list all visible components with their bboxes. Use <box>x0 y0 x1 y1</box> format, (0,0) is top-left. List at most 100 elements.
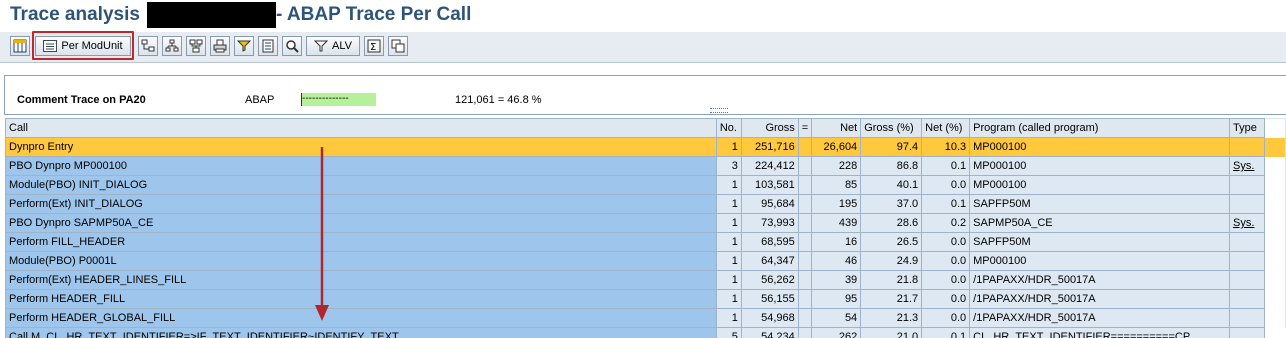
cell-no: 1 <box>715 213 742 233</box>
filter-list-button[interactable] <box>234 36 254 56</box>
cell-gross: 64,347 <box>740 251 799 271</box>
col-net[interactable]: Net <box>811 118 862 138</box>
cell-no: 1 <box>715 194 742 214</box>
expand-tree-icon <box>189 39 203 53</box>
table-row[interactable]: Module(PBO) INIT_DIALOG 1 103,581 85 40.1 0.0… <box>5 175 1286 195</box>
cell-program: /1PAPAXX/HDR_50017A <box>969 289 1230 309</box>
table-row[interactable]: Perform HEADER_GLOBAL_FILL 1 54,968 54 21.3 0… <box>5 308 1286 328</box>
sum-icon: Σ <box>367 39 381 53</box>
cell-gross: 54,968 <box>740 308 799 328</box>
cell-type[interactable] <box>1229 327 1265 338</box>
type-link[interactable]: Sys. <box>1233 217 1254 229</box>
cell-type[interactable] <box>1229 194 1265 214</box>
cell-program: CL_HR_TEXT_IDENTIFIER==========CP <box>969 327 1230 338</box>
cell-call: PBO Dynpro SAPMP50A_CE <box>5 213 717 233</box>
export-button[interactable] <box>388 36 408 56</box>
comment-value: 121,061 = 46.8 % <box>455 94 542 106</box>
col-eq[interactable]: = <box>797 118 813 138</box>
cell-type[interactable] <box>1229 251 1265 271</box>
cell-type[interactable] <box>1229 270 1265 290</box>
col-net-pct[interactable]: Net (%) <box>921 118 971 138</box>
cell-program: MP000100 <box>969 137 1230 157</box>
cell-net: 16 <box>811 232 862 252</box>
hierarchy-arrows-icon <box>141 39 155 52</box>
cell-type[interactable] <box>1229 232 1265 252</box>
tree-structure-button[interactable] <box>162 36 182 56</box>
col-program[interactable]: Program (called program) <box>969 118 1230 138</box>
trace-table: Call No. Gross = Net Gross (%) Net (%) P… <box>5 118 1286 338</box>
cell-gross: 251,716 <box>740 137 799 157</box>
cell-gross-pct: 21.0 <box>860 327 923 338</box>
table-row[interactable]: Call M. CL_HR_TEXT_IDENTIFIER=>IF_TEXT_I… <box>5 327 1286 338</box>
redacted-block <box>147 2 276 28</box>
panel-splitter[interactable] <box>710 108 728 113</box>
cell-program: MP000100 <box>969 175 1230 195</box>
cell-call: Perform FILL_HEADER <box>5 232 717 252</box>
cell-eq <box>797 289 813 309</box>
filter-icon <box>314 40 328 52</box>
cell-call: Module(PBO) INIT_DIALOG <box>5 175 717 195</box>
table-row[interactable]: Perform FILL_HEADER 1 68,595 16 26.5 0.0 SAPFP… <box>5 232 1286 252</box>
cell-call: Perform(Ext) HEADER_LINES_FILL <box>5 270 717 290</box>
call-hierarchy-button[interactable] <box>138 36 158 56</box>
cell-net-pct: 0.0 <box>921 251 971 271</box>
cell-program: SAPFP50M <box>969 194 1230 214</box>
col-no[interactable]: No. <box>715 118 742 138</box>
cell-no: 1 <box>715 270 742 290</box>
alv-filter-button[interactable]: ALV <box>306 36 360 56</box>
cell-net-pct: 0.0 <box>921 175 971 195</box>
cell-type[interactable] <box>1229 137 1265 157</box>
find-button[interactable] <box>282 36 302 56</box>
layout-icon <box>13 39 27 53</box>
col-gross-pct[interactable]: Gross (%) <box>860 118 923 138</box>
cell-type[interactable]: Sys. <box>1229 156 1265 176</box>
cell-net: 46 <box>811 251 862 271</box>
table-row[interactable]: Dynpro Entry 1 251,716 26,604 97.4 10.3 MP0001… <box>5 137 1286 157</box>
cell-eq <box>797 251 813 271</box>
cell-no: 1 <box>715 232 742 252</box>
cell-call: Call M. CL_HR_TEXT_IDENTIFIER=>IF_TEXT_I… <box>5 327 717 338</box>
comment-type: ABAP <box>245 94 275 106</box>
cell-type[interactable] <box>1229 289 1265 309</box>
table-row[interactable]: Perform(Ext) HEADER_LINES_FILL 1 56,262 39 2… <box>5 270 1286 290</box>
cell-net-pct: 0.0 <box>921 270 971 290</box>
table-row[interactable]: Perform HEADER_FILL 1 56,155 95 21.7 0.0/1PAP… <box>5 289 1286 309</box>
table-row[interactable]: PBO Dynpro SAPMP50A_CE 1 73,993 439 28.6 0.2 S… <box>5 213 1286 233</box>
cell-program: /1PAPAXX/HDR_50017A <box>969 270 1230 290</box>
table-row[interactable]: PBO Dynpro MP000100 3 224,412 228 86.8 0.1 MP0… <box>5 156 1286 176</box>
cell-gross-pct: 21.3 <box>860 308 923 328</box>
type-link[interactable]: Sys. <box>1233 160 1254 172</box>
table-row[interactable]: Module(PBO) P0001L 1 64,347 46 24.9 0.0 MP0001… <box>5 251 1286 271</box>
print-button[interactable] <box>210 36 230 56</box>
details-button[interactable] <box>258 36 278 56</box>
col-call[interactable]: Call <box>5 118 717 138</box>
expand-tree-button[interactable] <box>186 36 206 56</box>
alv-label: ALV <box>332 40 352 52</box>
table-row[interactable]: Perform(Ext) INIT_DIALOG 1 95,684 195 37.0 0.… <box>5 194 1286 214</box>
cell-eq <box>797 213 813 233</box>
sum-button[interactable]: Σ <box>364 36 384 56</box>
col-type[interactable]: Type <box>1229 118 1265 138</box>
toolbar: Per ModUnit ALV Σ <box>0 32 1286 63</box>
svg-text:Σ: Σ <box>370 42 376 53</box>
header-row: Call No. Gross = Net Gross (%) Net (%) P… <box>5 118 1286 138</box>
cell-gross-pct: 97.4 <box>860 137 923 157</box>
cell-eq <box>797 175 813 195</box>
comment-panel: Comment Trace on PA20 ABAP -------------… <box>4 75 1286 115</box>
col-gross[interactable]: Gross <box>740 118 799 138</box>
cell-net: 439 <box>811 213 862 233</box>
cell-call: Perform HEADER_FILL <box>5 289 717 309</box>
cell-net: 262 <box>811 327 862 338</box>
document-icon <box>262 39 274 53</box>
per-mod-unit-highlight <box>32 31 134 60</box>
cell-type[interactable] <box>1229 175 1265 195</box>
tree-icon <box>165 39 179 52</box>
cell-type[interactable]: Sys. <box>1229 213 1265 233</box>
cell-type[interactable] <box>1229 308 1265 328</box>
cell-gross-pct: 40.1 <box>860 175 923 195</box>
cell-net: 195 <box>811 194 862 214</box>
printer-icon <box>213 39 227 53</box>
cell-eq <box>797 194 813 214</box>
cell-call: Dynpro Entry <box>5 137 717 157</box>
choose-layout-button[interactable] <box>10 36 30 56</box>
